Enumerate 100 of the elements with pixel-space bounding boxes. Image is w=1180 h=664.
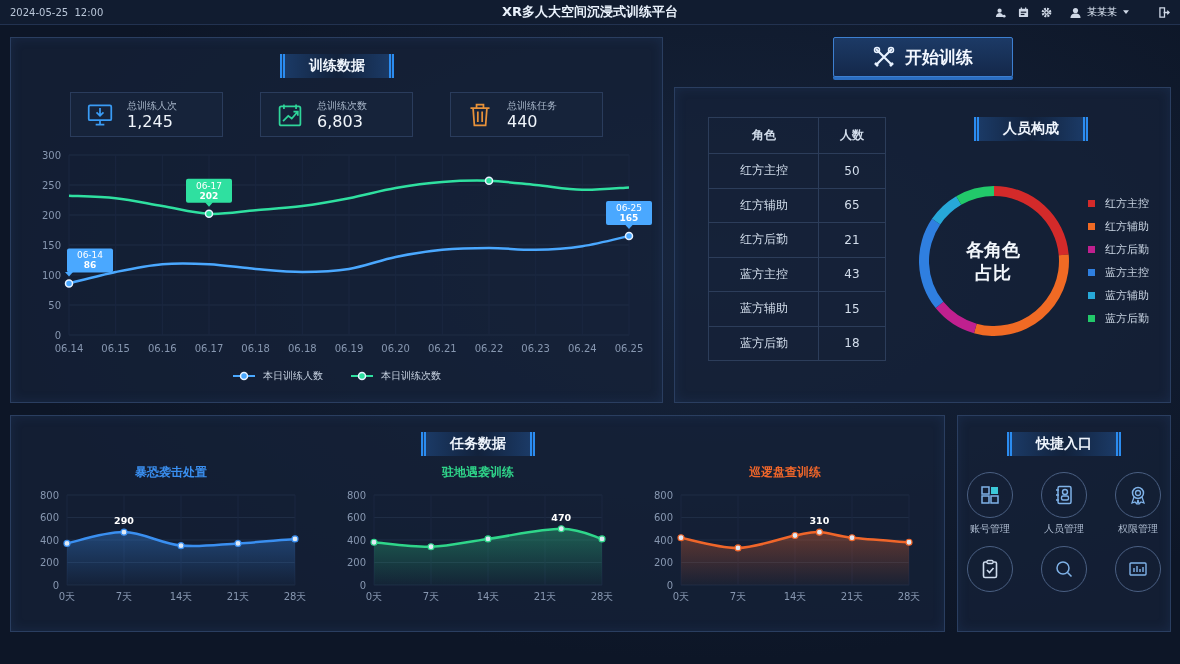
axis-label: 14天 — [476, 591, 500, 602]
axis-label: 06.19 — [334, 343, 363, 354]
table-cell: 65 — [818, 188, 886, 223]
data-point — [598, 535, 606, 543]
data-point — [120, 528, 128, 536]
axis-label: 0 — [52, 579, 59, 591]
legend-label: 本日训练次数 — [380, 369, 441, 383]
legend-item[interactable]: 本日训练次数 — [350, 369, 441, 383]
axis-label: 800 — [653, 489, 673, 501]
data-point — [234, 539, 242, 547]
axis-label: 7天 — [729, 591, 747, 602]
data-point — [815, 528, 824, 536]
axis-label: 0天 — [672, 591, 690, 602]
start-training-button[interactable]: 开始训练 — [832, 37, 1013, 77]
legend-label: 红方后勤 — [1104, 242, 1149, 257]
stat-value: 1,245 — [127, 112, 174, 131]
data-point — [370, 538, 378, 546]
data-point — [291, 535, 299, 543]
axis-label: 06.23 — [520, 343, 550, 354]
search-icon — [1054, 559, 1074, 579]
column-header: 人数 — [818, 117, 886, 154]
axis-label: 28天 — [283, 591, 307, 602]
grid-icon — [980, 485, 1000, 505]
axis-label: 06.18 — [240, 343, 270, 354]
section-title: 快捷入口 — [1007, 432, 1121, 456]
axis-label: 600 — [39, 512, 59, 523]
stat-value: 440 — [507, 112, 539, 131]
contact-card-icon — [1054, 485, 1074, 505]
data-label: 310 — [809, 515, 830, 527]
axis-label: 100 — [41, 269, 61, 281]
caret-icon — [1123, 10, 1129, 14]
table-cell: 21 — [818, 222, 886, 257]
axis-label: 06.25 — [614, 343, 643, 354]
axis-label: 21天 — [226, 591, 250, 602]
shortcut-label: 人员管理 — [1044, 522, 1084, 536]
award-icon — [1128, 485, 1148, 505]
axis-label: 200 — [653, 557, 673, 568]
data-point — [791, 531, 799, 540]
legend-item[interactable]: 本日训练人数 — [232, 369, 323, 383]
axis-label: 800 — [346, 489, 366, 501]
data-point — [848, 534, 856, 542]
table-cell: 蓝方主控 — [708, 257, 819, 292]
axis-label: 21天 — [533, 591, 557, 602]
axis-label: 250 — [41, 179, 61, 191]
column-header: 角色 — [708, 117, 819, 154]
shortcut-label: 权限管理 — [1118, 522, 1158, 536]
calendar-icon[interactable] — [1018, 6, 1029, 18]
data-callout: 06-14 86 — [64, 248, 113, 277]
table-cell: 15 — [818, 291, 886, 326]
donut-center-label: 各角色占比 — [965, 237, 1022, 285]
settings-icon[interactable] — [1041, 6, 1052, 18]
axis-label: 200 — [41, 209, 61, 221]
axis-label: 06.18 — [287, 343, 317, 354]
user-menu[interactable]: 某某某 — [1070, 5, 1129, 19]
axis-label: 06.22 — [474, 343, 503, 354]
table-cell: 43 — [818, 257, 886, 292]
axis-label: 0天 — [58, 591, 76, 602]
annotation: 06-25 165 — [615, 203, 642, 223]
table-cell: 蓝方后勤 — [708, 326, 819, 361]
axis-label: 06.15 — [100, 343, 130, 354]
data-callout: 06-17 202 — [185, 178, 232, 207]
axis-label: 06.21 — [427, 343, 457, 354]
axis-label: 0 — [359, 579, 366, 591]
axis-label: 14天 — [169, 591, 193, 602]
legend-label: 红方主控 — [1104, 196, 1149, 211]
section-title: 人员构成 — [974, 117, 1088, 141]
axis-label: 7天 — [422, 591, 440, 602]
chart-icon — [1128, 559, 1148, 579]
legend-label: 本日训练人数 — [262, 369, 323, 383]
legend-label: 蓝方辅助 — [1104, 288, 1149, 303]
legend-label: 蓝方后勤 — [1104, 311, 1149, 326]
axis-label: 600 — [346, 512, 366, 523]
chart-title: 巡逻盘查训练 — [748, 464, 821, 481]
table-cell: 18 — [818, 326, 886, 361]
stat-label: 总训练次数 — [317, 98, 367, 113]
data-label: 290 — [114, 515, 134, 527]
legend-label: 红方辅助 — [1104, 219, 1149, 234]
axis-label: 06.17 — [194, 343, 223, 354]
section-title: 任务数据 — [420, 432, 535, 456]
crossed-tools-icon — [872, 46, 895, 68]
data-point — [905, 538, 913, 546]
axis-label: 06.20 — [380, 343, 410, 354]
axis-label: 28天 — [897, 591, 921, 602]
table-cell: 50 — [818, 153, 886, 188]
stat-value: 6,803 — [317, 112, 364, 131]
logout-icon[interactable] — [1159, 6, 1170, 18]
axis-label: 200 — [39, 557, 59, 568]
axis-label: 200 — [346, 557, 366, 568]
axis-label: 0 — [54, 329, 61, 341]
data-point — [624, 231, 633, 241]
annotation: 06-14 86 — [76, 250, 103, 271]
axis-label: 28天 — [590, 591, 614, 602]
axis-label: 7天 — [115, 591, 133, 602]
user-icon[interactable] — [995, 6, 1006, 18]
clipboard-check-icon — [980, 559, 1000, 579]
axis-label: 400 — [39, 534, 59, 546]
section-title: 训练数据 — [279, 54, 394, 78]
axis-label: 800 — [39, 489, 59, 501]
table-cell: 红方辅助 — [708, 188, 819, 223]
axis-label: 400 — [346, 534, 366, 546]
